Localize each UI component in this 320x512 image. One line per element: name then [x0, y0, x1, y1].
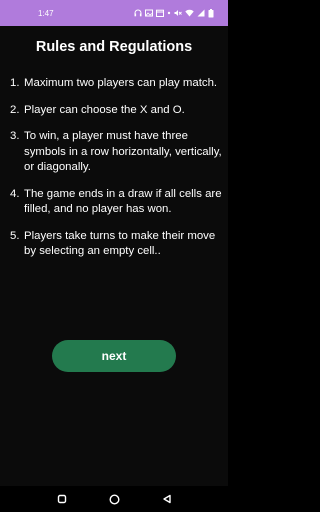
rule-item: 4. The game ends in a draw if all cells …: [10, 187, 222, 218]
wifi-icon: [185, 9, 194, 17]
rule-text: To win, a player must have three symbols…: [24, 130, 222, 173]
rules-list: 1. Maximum two players can play match. 2…: [10, 76, 222, 271]
rule-item: 2. Player can choose the X and O.: [10, 103, 222, 119]
rule-item: 5. Players take turns to make their move…: [10, 229, 222, 260]
dot-icon: [167, 11, 171, 15]
rule-text: Players take turns to make their move by…: [24, 229, 216, 258]
home-icon[interactable]: [108, 493, 120, 505]
rule-text: The game ends in a draw if all cells are…: [24, 187, 222, 216]
rule-item: 1. Maximum two players can play match.: [10, 76, 222, 92]
rule-number: 2.: [10, 103, 20, 116]
rule-text: Maximum two players can play match.: [24, 77, 218, 89]
rule-text: Player can choose the X and O.: [24, 103, 185, 116]
rule-item: 3. To win, a player must have three symb…: [10, 129, 222, 176]
next-button[interactable]: next: [52, 340, 176, 372]
rule-number: 4.: [10, 187, 20, 200]
signal-icon: [197, 9, 205, 17]
headset-icon: [134, 9, 142, 17]
recent-apps-icon[interactable]: [57, 494, 67, 504]
rule-number: 5.: [10, 229, 20, 242]
status-icons: [134, 8, 214, 18]
status-time: 1:47: [38, 8, 54, 18]
back-icon[interactable]: [162, 494, 172, 504]
battery-icon: [208, 8, 214, 17]
navigation-bar: [0, 486, 228, 512]
volume-off-icon: [174, 10, 182, 16]
gallery-icon: [145, 9, 153, 17]
rule-number: 1.: [10, 77, 20, 89]
status-bar: 1:47: [0, 0, 228, 26]
calendar-icon: [156, 9, 164, 17]
rule-number: 3.: [10, 130, 20, 142]
page-title: Rules and Regulations: [35, 39, 193, 55]
